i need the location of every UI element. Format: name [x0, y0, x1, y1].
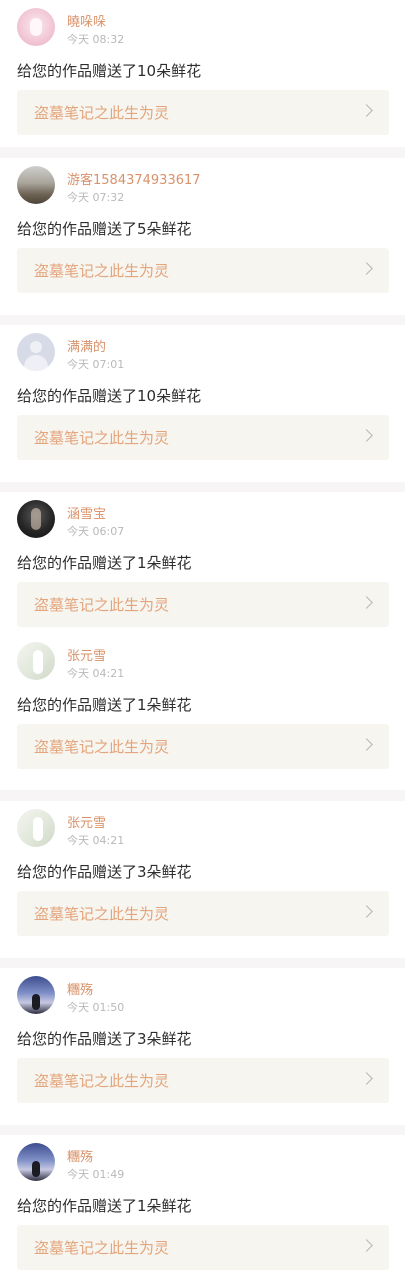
work-title: 盗墓笔记之此生为灵 [34, 596, 170, 614]
notification-item: 张元雪 今天 04:21 给您的作品赠送了3朵鲜花 盗墓笔记之此生为灵 [0, 801, 405, 958]
username[interactable]: 糰殇 [67, 1146, 93, 1165]
work-title: 盗墓笔记之此生为灵 [34, 738, 170, 756]
avatar[interactable] [17, 1143, 55, 1181]
chevron-right-icon [360, 262, 373, 275]
gift-message: 给您的作品赠送了3朵鲜花 [17, 863, 192, 881]
work-title: 盗墓笔记之此生为灵 [34, 104, 170, 122]
username[interactable]: 张元雪 [67, 812, 106, 831]
notification-item: 糰殇 今天 01:49 给您的作品赠送了1朵鲜花 盗墓笔记之此生为灵 [0, 1135, 405, 1280]
avatar[interactable] [17, 166, 55, 204]
work-title: 盗墓笔记之此生为灵 [34, 1072, 170, 1090]
work-link-card[interactable]: 盗墓笔记之此生为灵 [17, 90, 389, 135]
gift-message: 给您的作品赠送了3朵鲜花 [17, 1030, 192, 1048]
work-title: 盗墓笔记之此生为灵 [34, 905, 170, 923]
username[interactable]: 涵雪宝 [67, 503, 106, 522]
chevron-right-icon [360, 1072, 373, 1085]
notification-item: 满满的 今天 07:01 给您的作品赠送了10朵鲜花 盗墓笔记之此生为灵 [0, 325, 405, 482]
chevron-right-icon [360, 596, 373, 609]
work-title: 盗墓笔记之此生为灵 [34, 1239, 170, 1257]
username[interactable]: 糰殇 [67, 979, 93, 998]
avatar[interactable] [17, 809, 55, 847]
avatar[interactable] [17, 976, 55, 1014]
timestamp: 今天 07:32 [67, 191, 125, 204]
avatar[interactable] [17, 500, 55, 538]
gift-message: 给您的作品赠送了10朵鲜花 [17, 62, 202, 80]
username[interactable]: 游客1584374933617 [67, 169, 201, 188]
notification-item: 曉哚哚 今天 08:32 给您的作品赠送了10朵鲜花 盗墓笔记之此生为灵 [0, 0, 405, 147]
gift-message: 给您的作品赠送了1朵鲜花 [17, 1197, 192, 1215]
avatar[interactable] [17, 8, 55, 46]
chevron-right-icon [360, 104, 373, 117]
gift-message: 给您的作品赠送了10朵鲜花 [17, 387, 202, 405]
gift-message: 给您的作品赠送了1朵鲜花 [17, 554, 192, 572]
work-link-card[interactable]: 盗墓笔记之此生为灵 [17, 724, 389, 769]
notification-item: 糰殇 今天 01:50 给您的作品赠送了3朵鲜花 盗墓笔记之此生为灵 [0, 968, 405, 1125]
avatar[interactable] [17, 333, 55, 371]
work-link-card[interactable]: 盗墓笔记之此生为灵 [17, 582, 389, 627]
work-link-card[interactable]: 盗墓笔记之此生为灵 [17, 248, 389, 293]
timestamp: 今天 01:49 [67, 1168, 125, 1181]
chevron-right-icon [360, 905, 373, 918]
timestamp: 今天 06:07 [67, 525, 125, 538]
notification-item: 张元雪 今天 04:21 给您的作品赠送了1朵鲜花 盗墓笔记之此生为灵 [0, 634, 405, 790]
work-title: 盗墓笔记之此生为灵 [34, 429, 170, 447]
username[interactable]: 曉哚哚 [67, 11, 106, 30]
gift-message: 给您的作品赠送了1朵鲜花 [17, 696, 192, 714]
username[interactable]: 张元雪 [67, 645, 106, 664]
timestamp: 今天 04:21 [67, 834, 125, 847]
username[interactable]: 满满的 [67, 336, 106, 355]
notification-item: 涵雪宝 今天 06:07 给您的作品赠送了1朵鲜花 盗墓笔记之此生为灵 [0, 492, 405, 638]
timestamp: 今天 04:21 [67, 667, 125, 680]
gift-message: 给您的作品赠送了5朵鲜花 [17, 220, 192, 238]
work-link-card[interactable]: 盗墓笔记之此生为灵 [17, 415, 389, 460]
chevron-right-icon [360, 738, 373, 751]
chevron-right-icon [360, 1239, 373, 1252]
avatar[interactable] [17, 642, 55, 680]
work-link-card[interactable]: 盗墓笔记之此生为灵 [17, 891, 389, 936]
timestamp: 今天 01:50 [67, 1001, 125, 1014]
work-link-card[interactable]: 盗墓笔记之此生为灵 [17, 1225, 389, 1270]
timestamp: 今天 07:01 [67, 358, 125, 371]
work-title: 盗墓笔记之此生为灵 [34, 262, 170, 280]
chevron-right-icon [360, 429, 373, 442]
notification-item: 游客1584374933617 今天 07:32 给您的作品赠送了5朵鲜花 盗墓… [0, 158, 405, 315]
work-link-card[interactable]: 盗墓笔记之此生为灵 [17, 1058, 389, 1103]
timestamp: 今天 08:32 [67, 33, 125, 46]
